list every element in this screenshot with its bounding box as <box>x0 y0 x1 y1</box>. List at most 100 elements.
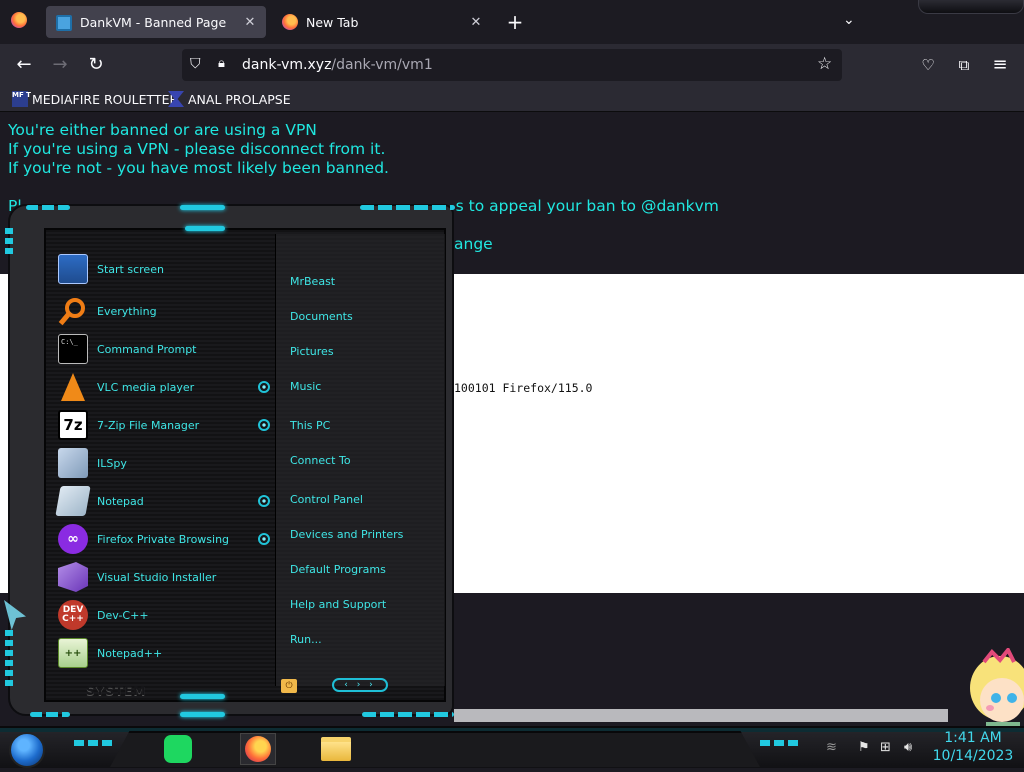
7zip-icon: 7z <box>58 410 88 440</box>
mediafire-icon: MF T <box>12 91 31 107</box>
vs-installer-icon <box>58 562 88 592</box>
program-notepadpp[interactable]: ++ Notepad++ <box>58 636 162 670</box>
bookmark-label: ANAL PROLAPSE <box>188 91 291 107</box>
tab-dankvm-banned[interactable]: DankVM - Banned Page ✕ <box>46 6 266 38</box>
link-devices-printers[interactable]: Devices and Printers <box>290 528 403 541</box>
program-label: Command Prompt <box>97 342 197 356</box>
accent-decoration <box>30 712 70 717</box>
accent-decoration <box>360 205 455 210</box>
program-firefox-private[interactable]: ∞ Firefox Private Browsing <box>58 522 229 556</box>
reload-icon[interactable]: ↻ <box>84 53 108 77</box>
new-tab-button[interactable]: + <box>504 10 526 34</box>
bookmark-star-icon[interactable]: ☆ <box>817 54 832 74</box>
link-control-panel[interactable]: Control Panel <box>290 493 363 506</box>
link-help-support[interactable]: Help and Support <box>290 598 386 611</box>
action-center-flag-icon[interactable]: ⚑ <box>858 740 870 755</box>
shield-icon[interactable]: ⛉ <box>190 56 201 72</box>
close-icon[interactable]: ✕ <box>242 15 258 30</box>
program-label: Dev-C++ <box>97 608 149 622</box>
ap-icon <box>168 91 184 107</box>
program-everything[interactable]: Everything <box>58 294 157 328</box>
start-button[interactable] <box>9 732 45 768</box>
accent-decoration <box>180 712 225 717</box>
ilspy-icon <box>58 448 88 478</box>
notepad-icon <box>55 486 91 516</box>
accent-decoration <box>74 740 114 746</box>
program-label: ILSpy <box>97 456 127 470</box>
url-text[interactable]: dank-vm.xyz/dank-vm/vm1 <box>242 57 433 73</box>
program-vlc[interactable]: VLC media player <box>58 370 194 404</box>
ban-message-line: If you're not - you have most likely bee… <box>8 159 389 177</box>
link-pictures[interactable]: Pictures <box>290 345 334 358</box>
close-icon[interactable]: ✕ <box>468 15 484 30</box>
taskbar-firefox[interactable] <box>240 733 276 765</box>
firefox-icon <box>245 736 271 762</box>
forward-arrow-icon[interactable]: → <box>48 53 72 77</box>
link-documents[interactable]: Documents <box>290 310 353 323</box>
appeal-text: s to appeal your ban to @dankvm <box>455 197 719 215</box>
program-label: Start screen <box>97 262 164 276</box>
volume-icon[interactable]: 🔊︎ <box>904 740 912 755</box>
bookmark-label: MEDIAFIRE ROULETTER <box>32 91 179 107</box>
accent-decoration <box>26 205 70 210</box>
spotify-icon <box>164 735 192 763</box>
firefox-icon[interactable] <box>11 12 27 28</box>
accent-decoration <box>180 694 225 699</box>
pocket-icon[interactable]: ♡ <box>916 53 940 77</box>
submenu-arrow-icon[interactable] <box>258 419 270 431</box>
link-this-pc[interactable]: This PC <box>290 419 330 432</box>
bookmarks-toolbar: MF T MEDIAFIRE ROULETTER ANAL PROLAPSE <box>0 86 1024 112</box>
link-mrbeast[interactable]: MrBeast <box>290 275 335 288</box>
window-control-bar[interactable] <box>918 0 1024 14</box>
tab-new-tab[interactable]: New Tab ✕ <box>276 6 492 38</box>
program-vs-installer[interactable]: Visual Studio Installer <box>58 560 216 594</box>
program-ilspy[interactable]: ILSpy <box>58 446 127 480</box>
url-bar[interactable]: ⛉ 🔒︎ dank-vm.xyz/dank-vm/vm1 ☆ <box>182 49 842 81</box>
power-icon[interactable]: ⏻ <box>281 679 297 693</box>
tab-label: DankVM - Banned Page <box>80 14 227 30</box>
accent-decoration <box>5 228 13 258</box>
program-7zip[interactable]: 7z 7-Zip File Manager <box>58 408 199 442</box>
program-start-screen[interactable]: Start screen <box>58 252 164 286</box>
accent-decoration <box>180 205 225 210</box>
program-command-prompt[interactable]: C:\_ Command Prompt <box>58 332 197 366</box>
bookmark-mediafire-rouletter[interactable]: MF T MEDIAFIRE ROULETTER <box>12 90 178 108</box>
taskbar-spotify[interactable] <box>160 733 196 765</box>
link-music[interactable]: Music <box>290 380 321 393</box>
program-label: Notepad++ <box>97 646 163 660</box>
submenu-arrow-icon[interactable] <box>258 495 270 507</box>
user-agent-text: 100101 Firefox/115.0 <box>454 381 593 395</box>
submenu-arrow-icon[interactable] <box>258 533 270 545</box>
link-default-programs[interactable]: Default Programs <box>290 563 386 576</box>
firefox-private-icon: ∞ <box>58 524 88 554</box>
firefox-icon <box>282 14 298 30</box>
extensions-icon[interactable]: ⧉ <box>952 53 976 77</box>
hamburger-menu-icon[interactable]: ≡ <box>988 53 1012 77</box>
start-menu-nav-button[interactable]: ‹ › › <box>332 678 388 692</box>
taskbar-file-explorer[interactable] <box>318 733 354 765</box>
clock-time[interactable]: 1:41 AM <box>928 730 1018 746</box>
change-message: ange <box>454 235 493 253</box>
horizontal-scrollbar[interactable] <box>454 709 948 722</box>
notepadpp-icon: ++ <box>58 638 88 668</box>
link-run[interactable]: Run... <box>290 633 322 646</box>
program-devcpp[interactable]: DEV C++ Dev-C++ <box>58 598 149 632</box>
program-notepad[interactable]: Notepad <box>55 484 144 518</box>
navigation-toolbar: ← → ↻ ⛉ 🔒︎ dank-vm.xyz/dank-vm/vm1 ☆ ♡ ⧉… <box>0 44 1024 86</box>
hidden-icons-icon[interactable]: ≋ <box>826 740 837 755</box>
devcpp-icon: DEV C++ <box>58 600 88 630</box>
network-icon[interactable]: ⊞ <box>880 740 891 755</box>
vlc-icon <box>58 372 88 402</box>
start-screen-icon <box>58 254 88 284</box>
lock-icon[interactable]: 🔒︎ <box>218 56 225 71</box>
link-connect-to[interactable]: Connect To <box>290 454 351 467</box>
program-label: Firefox Private Browsing <box>97 532 230 546</box>
back-arrow-icon[interactable]: ← <box>12 53 36 77</box>
accent-decoration <box>760 740 800 746</box>
program-label: Visual Studio Installer <box>97 570 217 584</box>
bookmark-anal-prolapse[interactable]: ANAL PROLAPSE <box>168 90 291 108</box>
clock-date[interactable]: 10/14/2023 <box>928 748 1018 764</box>
program-label: VLC media player <box>97 380 195 394</box>
chevron-down-icon[interactable]: ⌄ <box>843 12 855 28</box>
submenu-arrow-icon[interactable] <box>258 381 270 393</box>
